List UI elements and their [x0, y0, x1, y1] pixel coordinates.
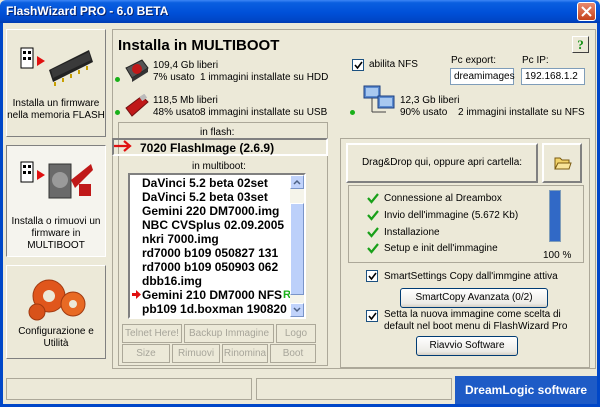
chip-flash-icon	[20, 47, 93, 86]
flash-image-name: 7020 FlashImage (2.6.9)	[140, 141, 275, 155]
nfs-label: abilita NFS	[369, 59, 418, 70]
check-icon	[367, 210, 379, 221]
usb-icon	[125, 94, 149, 117]
nfs-free: 12,3 Gb liberi	[400, 95, 460, 106]
chevron-up-icon	[293, 179, 301, 185]
progress-label: 100 %	[543, 250, 572, 261]
list-item[interactable]: pb109 1d.boxman 190820	[142, 303, 287, 316]
help-button[interactable]: ?	[572, 36, 589, 53]
boot-button[interactable]: Boot	[270, 344, 316, 363]
close-button[interactable]	[577, 2, 596, 21]
title-bar[interactable]: FlashWizard PRO - 6.0 BETA	[0, 0, 600, 23]
progress-fill	[550, 191, 560, 241]
flash-image-field: 7020 FlashImage (2.6.9)	[112, 138, 328, 156]
backup-button[interactable]: Backup Immagine	[184, 324, 274, 343]
check-icon	[367, 227, 379, 238]
brand-label: DreamLogic software	[455, 376, 597, 404]
pc-export-field[interactable]: dreamimages	[450, 68, 515, 85]
sidebar-item-config[interactable]: Configurazione e Utilità	[6, 265, 106, 359]
red-arrow-icon	[114, 140, 132, 152]
usb-status-dot	[115, 110, 120, 115]
nfs-checkbox[interactable]	[352, 59, 364, 71]
check-icon	[367, 193, 379, 204]
list-item[interactable]: dbb16.img	[142, 275, 202, 288]
step-label: Invio dell'immagine (5.672 Kb)	[384, 210, 519, 221]
pc-ip-field[interactable]: 192.168.1.2	[521, 68, 585, 85]
active-arrow-icon	[132, 290, 141, 299]
default-boot-checkbox[interactable]	[366, 310, 378, 322]
telnet-button[interactable]: Telnet Here!	[122, 324, 182, 343]
nfs-info: 2 immagini installate su NFS	[458, 107, 585, 118]
sidebar-item-flash[interactable]: Installa un firmware nella memoria FLASH	[6, 29, 106, 137]
list-item[interactable]: rd7000 b109 050903 062	[142, 261, 278, 274]
progress-bar	[549, 190, 561, 242]
check-icon	[367, 243, 379, 254]
sidebar-item-multiboot[interactable]: Installa o rimuovi un firmware in MULTIB…	[6, 145, 106, 257]
close-icon	[581, 6, 592, 17]
scroll-up-button[interactable]	[290, 175, 304, 189]
check-mark-icon	[354, 61, 363, 70]
status-field	[256, 378, 452, 400]
multiboot-icon	[20, 161, 93, 199]
list-item[interactable]: DaVinci 5.2 beta 03set	[142, 191, 268, 204]
network-icon	[363, 85, 395, 113]
remove-button[interactable]: Rimuovi	[172, 344, 220, 363]
check-mark-icon	[368, 272, 377, 281]
list-item[interactable]: NBC CVSplus 02.09.2005	[142, 219, 284, 232]
nfs-status-dot	[350, 110, 355, 115]
in-multiboot-label: in multiboot:	[192, 161, 246, 172]
smartsettings-label: SmartSettings Copy dall'immgine attiva	[384, 271, 558, 282]
list-item[interactable]: nkri 7000.img	[142, 233, 219, 246]
open-folder-button[interactable]	[542, 143, 582, 183]
step-label: Connessione al Dreambox	[384, 193, 502, 204]
scroll-down-button[interactable]	[290, 303, 304, 317]
list-item[interactable]: Gemini 220 DM7000.img	[142, 205, 279, 218]
step-label: Installazione	[384, 227, 440, 238]
sidebar-item-label: Installa o rimuovi un firmware in MULTIB…	[11, 216, 101, 251]
list-item-active[interactable]: Gemini 210 DM7000 NFS	[142, 289, 282, 302]
usb-used: 48% usato	[153, 107, 201, 118]
restart-button[interactable]: Riavvio Software	[416, 336, 518, 356]
rename-button[interactable]: Rinomina	[222, 344, 268, 363]
smartsettings-checkbox[interactable]	[366, 270, 378, 282]
sidebar-item-label: Configurazione e Utilità	[18, 326, 94, 349]
hdd-status-dot	[115, 77, 120, 82]
nfs-used: 90% usato	[400, 107, 448, 118]
in-flash-label: in flash:	[200, 127, 235, 138]
size-button[interactable]: Size	[122, 344, 170, 363]
logo-button[interactable]: Logo	[276, 324, 316, 343]
chevron-down-icon	[293, 307, 301, 313]
pc-ip-label: Pc IP:	[522, 55, 549, 66]
hdd-used: 7% usato	[153, 72, 195, 83]
sidebar: Installa un firmware nella memoria FLASH…	[6, 29, 106, 359]
step-label: Setup e init dell'immagine	[384, 243, 498, 254]
scroll-thumb[interactable]	[290, 203, 304, 295]
smartcopy-button[interactable]: SmartCopy Avanzata (0/2)	[400, 288, 548, 308]
folder-icon	[554, 157, 572, 170]
gears-icon	[28, 279, 86, 321]
list-item[interactable]: DaVinci 5.2 beta 02set	[142, 177, 268, 190]
default-boot-label: Setta la nuova immagine come scelta di d…	[384, 309, 568, 332]
drop-zone[interactable]: Drag&Drop qui, oppure apri cartella:	[346, 143, 538, 183]
status-field	[6, 378, 252, 400]
multiboot-list[interactable]: DaVinci 5.2 beta 02set DaVinci 5.2 beta …	[128, 173, 306, 319]
usb-free: 118,5 Mb liberi	[153, 95, 218, 106]
hdd-icon	[125, 59, 149, 82]
usb-info: 8 immagini installate su USB	[200, 107, 328, 118]
check-mark-icon	[368, 312, 377, 321]
hdd-free: 109,4 Gb liberi	[153, 60, 219, 71]
pc-export-label: Pc export:	[451, 55, 497, 66]
list-item[interactable]: rd7000 b109 050827 131	[142, 247, 278, 260]
drop-zone-label: Drag&Drop qui, oppure apri cartella:	[361, 157, 523, 168]
sidebar-item-label: Installa un firmware nella memoria FLASH	[7, 98, 105, 121]
page-title: Installa in MULTIBOOT	[118, 37, 280, 54]
window-title: FlashWizard PRO - 6.0 BETA	[6, 4, 169, 18]
hdd-info: 1 immagini installate su HDD	[200, 72, 329, 83]
list-scrollbar[interactable]	[290, 175, 304, 317]
